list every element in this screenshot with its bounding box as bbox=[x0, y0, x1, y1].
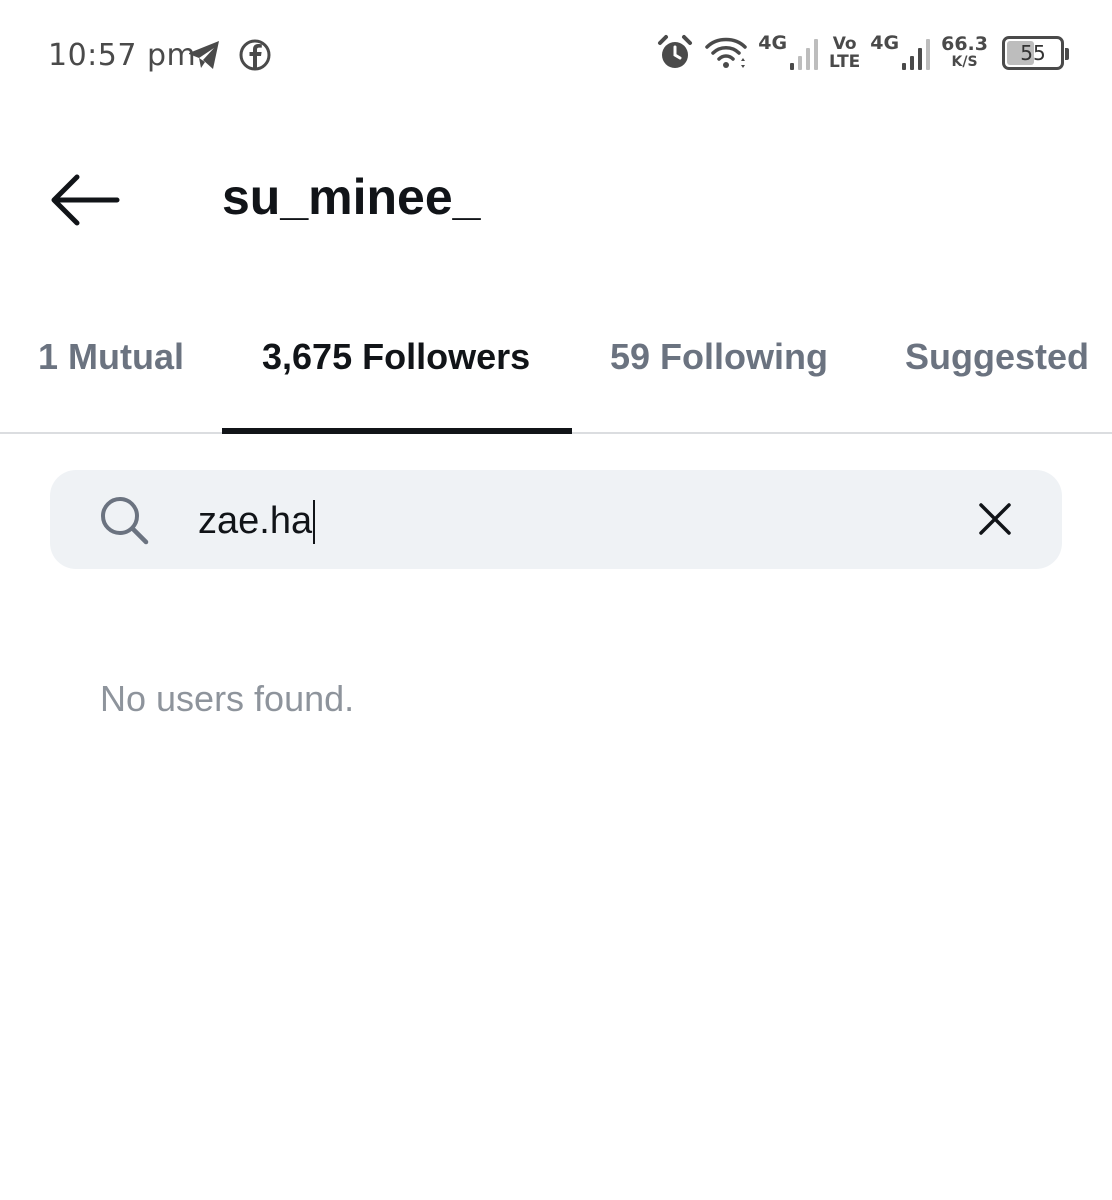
volte-indicator: Vo LTE bbox=[829, 35, 860, 71]
signal-icon bbox=[789, 35, 819, 71]
alarm-icon bbox=[656, 34, 694, 72]
tab-followers[interactable]: 3,675 Followers bbox=[262, 336, 530, 378]
search-input[interactable]: zae.ha bbox=[198, 498, 316, 544]
header: su_minee_ bbox=[0, 140, 1112, 260]
battery-icon: 55 bbox=[1002, 36, 1069, 70]
facebook-icon bbox=[238, 38, 272, 72]
tab-suggested[interactable]: Suggested bbox=[905, 336, 1089, 378]
wifi-icon bbox=[704, 34, 748, 72]
close-icon bbox=[979, 503, 1011, 535]
status-bar: 10:57 pm 4G Vo LTE 4G 66.3 K/S 55 bbox=[0, 0, 1112, 110]
clear-search-button[interactable] bbox=[966, 490, 1024, 548]
back-button[interactable] bbox=[40, 162, 130, 238]
battery-level: 55 bbox=[1020, 41, 1046, 65]
volte-bottom: LTE bbox=[829, 52, 861, 72]
tab-following[interactable]: 59 Following bbox=[610, 336, 828, 378]
volte-top: Vo bbox=[832, 34, 857, 54]
search-icon bbox=[101, 497, 149, 545]
network-type-2: 4G bbox=[870, 31, 900, 54]
status-left-icons bbox=[186, 38, 272, 72]
speed-unit: K/S bbox=[951, 54, 978, 70]
network-type-1: 4G bbox=[758, 31, 788, 54]
signal-icon bbox=[901, 35, 931, 71]
network-speed: 66.3 K/S bbox=[941, 35, 988, 71]
tab-mutual[interactable]: 1 Mutual bbox=[38, 336, 184, 378]
speed-value: 66.3 bbox=[941, 33, 988, 55]
tab-bar: 1 Mutual 3,675 Followers 59 Following Su… bbox=[0, 300, 1112, 434]
page-title: su_minee_ bbox=[222, 169, 481, 225]
text-cursor bbox=[313, 500, 316, 544]
status-right-icons: 4G Vo LTE 4G 66.3 K/S 55 bbox=[656, 31, 1069, 72]
active-tab-indicator bbox=[222, 428, 572, 434]
search-input-value: zae.ha bbox=[198, 500, 313, 542]
empty-state-message: No users found. bbox=[100, 678, 355, 719]
back-arrow-icon bbox=[51, 174, 120, 226]
telegram-icon bbox=[186, 38, 222, 72]
status-time: 10:57 pm bbox=[48, 38, 197, 73]
